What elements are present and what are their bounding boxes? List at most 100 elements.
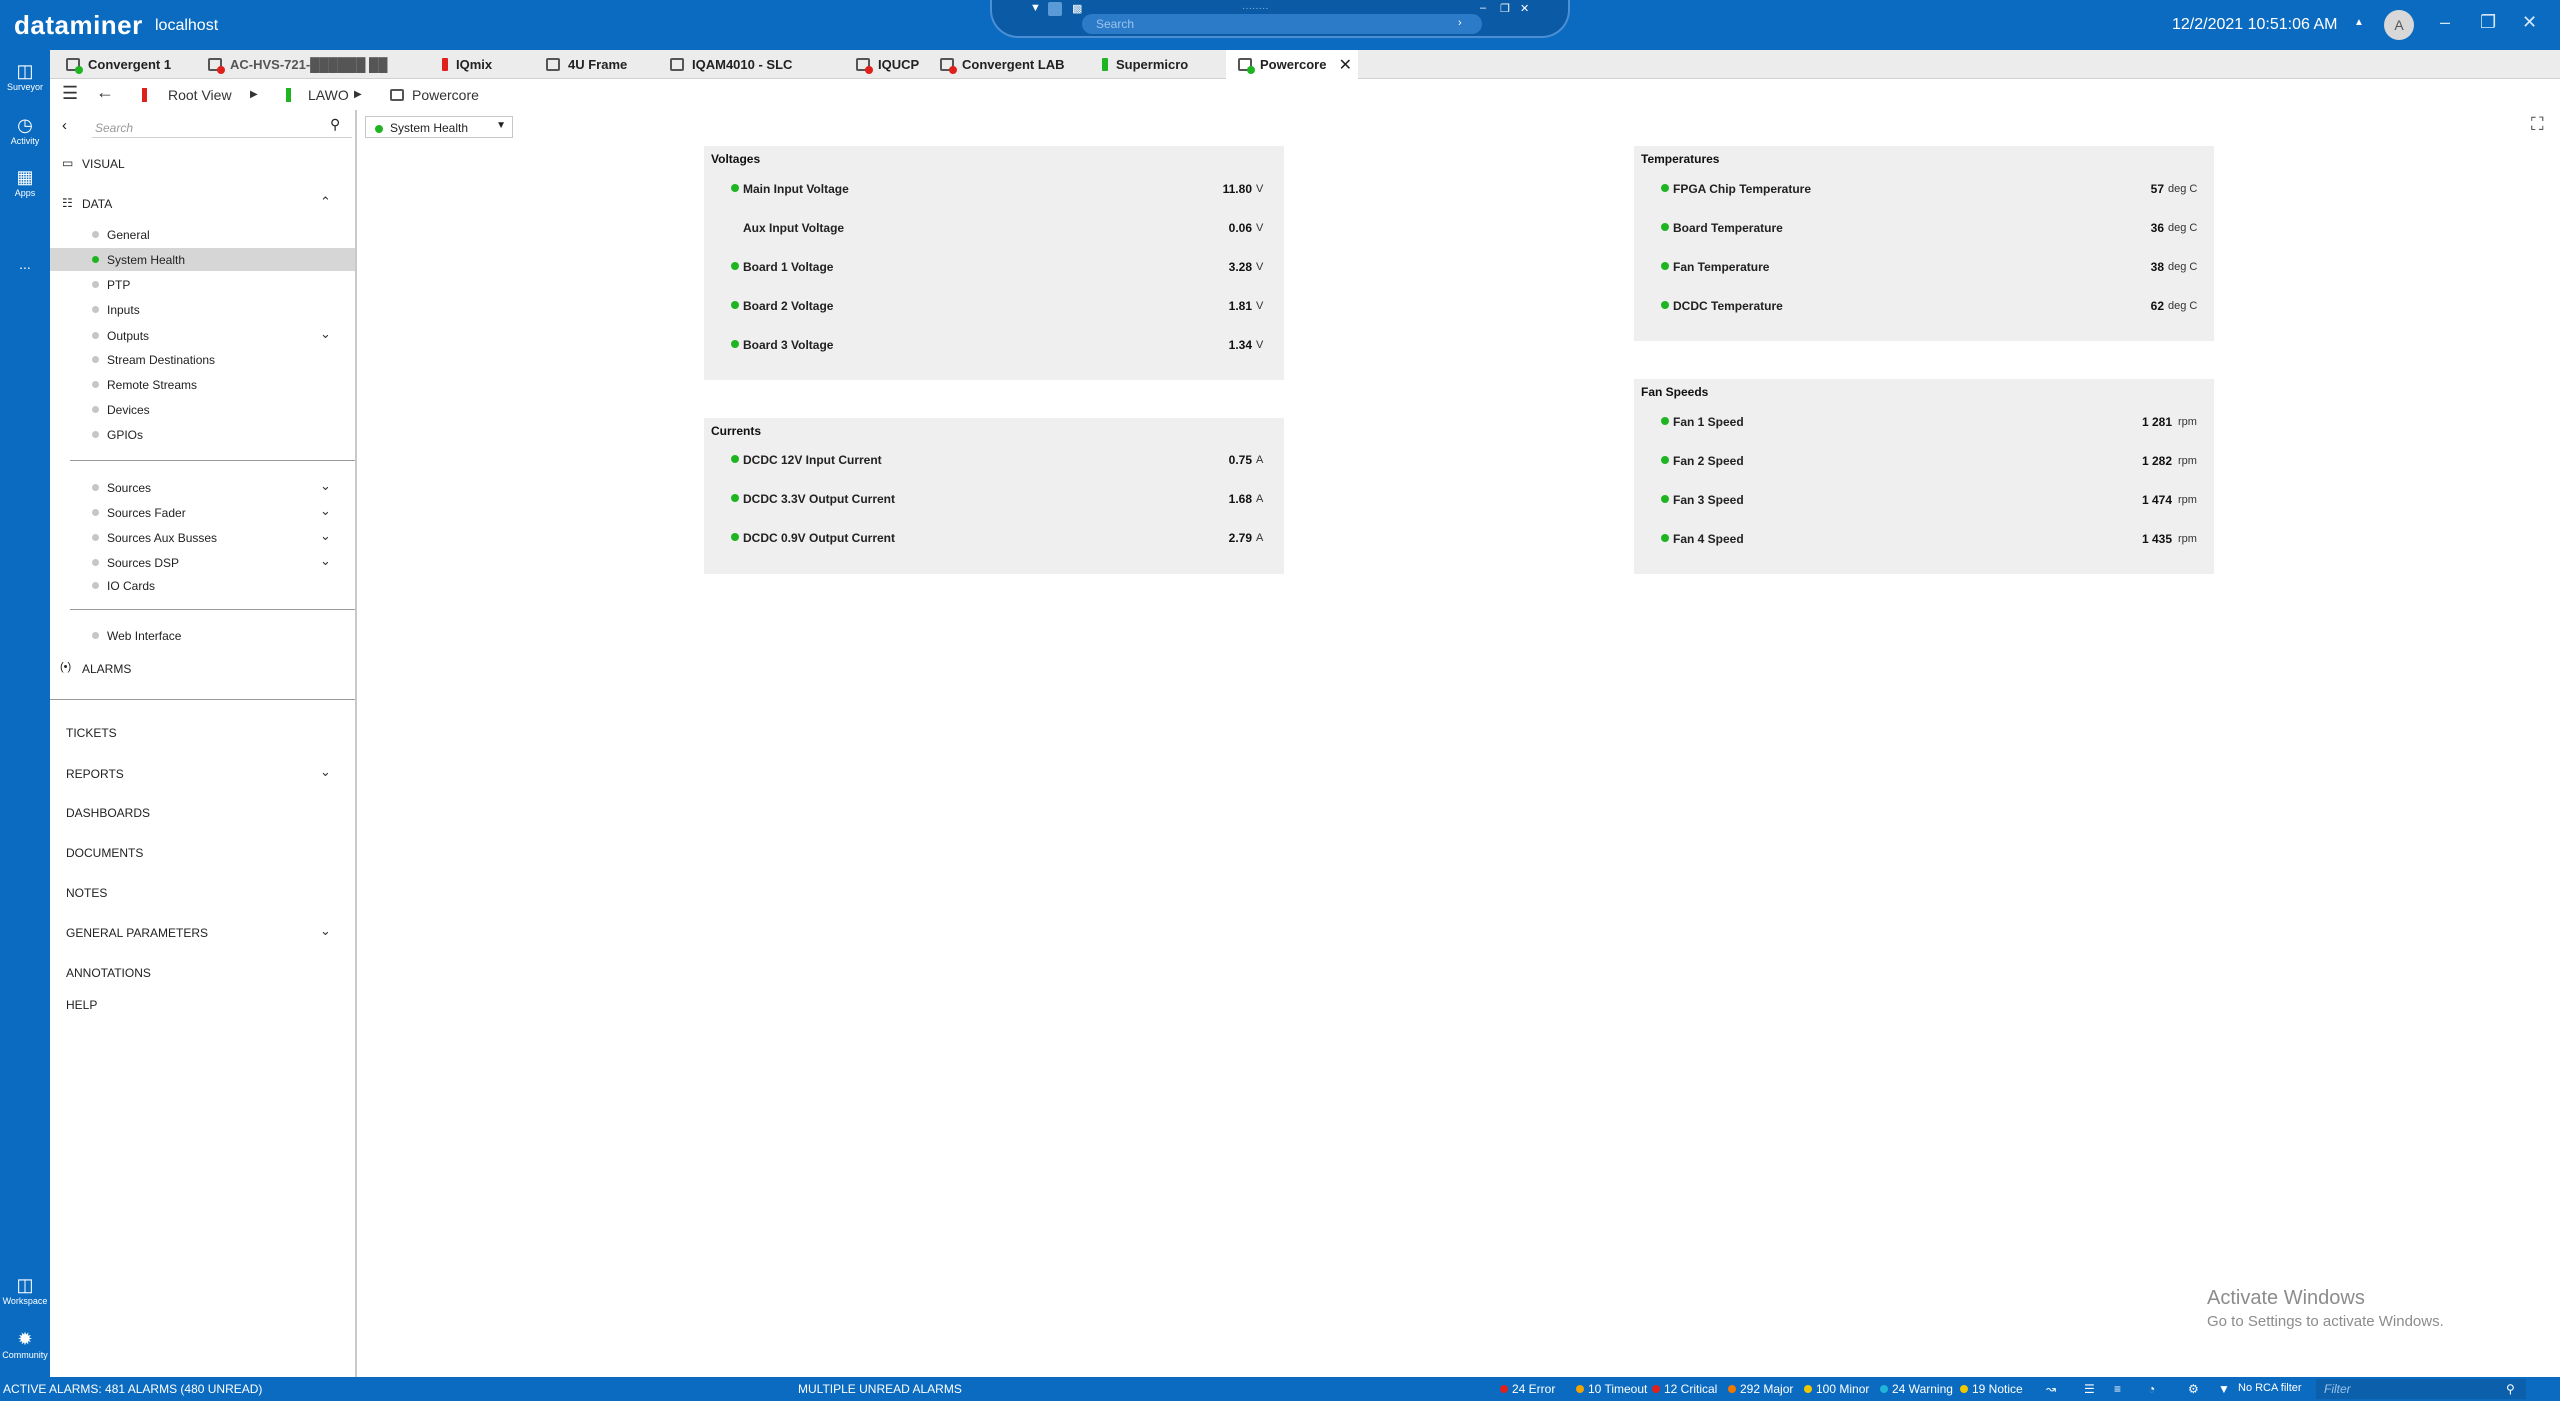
- sidebar-item-web-interface[interactable]: Web Interface: [92, 629, 181, 643]
- breadcrumb-arrow-icon[interactable]: ▶: [250, 89, 258, 100]
- major-count[interactable]: 292 Major: [1728, 1382, 1793, 1396]
- sidebar-item-inputs[interactable]: Inputs: [92, 303, 140, 317]
- restore-small-icon[interactable]: ❐: [1500, 2, 1510, 15]
- sidebar-item-devices[interactable]: Devices: [92, 403, 150, 417]
- notice-count[interactable]: 19 Notice: [1960, 1382, 2023, 1396]
- breadcrumb-powercore[interactable]: Powercore: [412, 87, 479, 103]
- minor-count[interactable]: 100 Minor: [1804, 1382, 1869, 1396]
- close-small-icon[interactable]: ✕: [1520, 2, 1529, 15]
- param-row[interactable]: Fan 1 Speed 1 281 rpm: [1634, 411, 2214, 431]
- sidebar-item-remote-streams[interactable]: Remote Streams: [92, 378, 197, 392]
- sidebar-item-gpios[interactable]: GPIOs: [92, 428, 143, 442]
- search-go-icon[interactable]: ›: [1458, 17, 1462, 29]
- param-row[interactable]: Main Input Voltage 11.80 V: [704, 178, 1284, 198]
- global-search-input[interactable]: Search: [1082, 14, 1482, 34]
- sidebar-item-help[interactable]: HELP: [66, 998, 97, 1012]
- tab-convergent-1[interactable]: Convergent 1: [66, 50, 206, 79]
- close-window-icon[interactable]: ✕: [2522, 12, 2537, 33]
- tab-convergent-lab[interactable]: Convergent LAB: [940, 50, 1100, 79]
- sidebar-item-tickets[interactable]: TICKETS: [66, 726, 117, 740]
- sidebar-item-data[interactable]: DATA: [82, 197, 112, 211]
- sidebar-item-outputs[interactable]: Outputs: [92, 329, 149, 343]
- hamburger-icon[interactable]: ☰: [62, 83, 78, 104]
- tab-powercore[interactable]: Powercore ✕: [1226, 50, 1358, 79]
- sidebar-item-sources[interactable]: Sources: [92, 481, 151, 495]
- param-row[interactable]: DCDC 3.3V Output Current 1.68 A: [704, 488, 1284, 508]
- sidebar-item-general-parameters[interactable]: GENERAL PARAMETERS: [66, 926, 208, 940]
- collapse-back-icon[interactable]: ‹: [62, 117, 67, 134]
- rail-surveyor[interactable]: ◫ Surveyor: [0, 60, 50, 92]
- warning-count[interactable]: 24 Warning: [1880, 1382, 1953, 1396]
- chevron-down-icon[interactable]: ⌄: [320, 326, 331, 342]
- minimize-icon[interactable]: –: [2440, 12, 2450, 33]
- chevron-up-icon[interactable]: ⌃: [320, 194, 331, 210]
- restore-icon[interactable]: ❐: [2480, 12, 2496, 33]
- sidebar-item-annotations[interactable]: ANNOTATIONS: [66, 966, 151, 980]
- back-arrow-icon[interactable]: ←: [96, 82, 114, 103]
- clock-dropdown-icon[interactable]: ▲: [2354, 17, 2364, 28]
- param-row[interactable]: Board 1 Voltage 3.28 V: [704, 256, 1284, 276]
- rail-apps[interactable]: ▦ Apps: [0, 166, 50, 198]
- rail-workspace[interactable]: ◫ Workspace: [0, 1274, 50, 1306]
- breadcrumb-root[interactable]: Root View: [168, 87, 232, 103]
- tab-iqmix[interactable]: IQmix: [442, 50, 542, 79]
- sidebar-item-notes[interactable]: NOTES: [66, 886, 107, 900]
- param-row[interactable]: Board 2 Voltage 1.81 V: [704, 295, 1284, 315]
- sidebar-search-input[interactable]: Search: [92, 118, 352, 138]
- timeout-count[interactable]: 10 Timeout: [1576, 1382, 1647, 1396]
- rail-activity[interactable]: ◷ Activity: [0, 114, 50, 146]
- alarm-filter-input[interactable]: Filter: [2316, 1379, 2526, 1399]
- param-row[interactable]: Fan 4 Speed 1 435 rpm: [1634, 528, 2214, 548]
- sidebar-item-stream-destinations[interactable]: Stream Destinations: [92, 353, 215, 367]
- param-row[interactable]: Board 3 Voltage 1.34 V: [704, 334, 1284, 354]
- sidebar-item-visual[interactable]: VISUAL: [82, 157, 125, 171]
- param-row[interactable]: Fan 2 Speed 1 282 rpm: [1634, 450, 2214, 470]
- param-row[interactable]: DCDC Temperature 62 deg C: [1634, 295, 2214, 315]
- rail-more[interactable]: ...: [0, 256, 50, 272]
- trend-icon[interactable]: ↝: [2046, 1382, 2056, 1396]
- sidebar-item-io-cards[interactable]: IO Cards: [92, 579, 155, 593]
- close-tab-icon[interactable]: ✕: [1339, 55, 1352, 75]
- unread-alarms-text[interactable]: MULTIPLE UNREAD ALARMS: [798, 1382, 962, 1396]
- page-selector[interactable]: System Health ▼: [365, 116, 513, 138]
- param-row[interactable]: DCDC 12V Input Current 0.75 A: [704, 449, 1284, 469]
- sort-icon[interactable]: ≡: [2114, 1382, 2121, 1396]
- param-row[interactable]: Aux Input Voltage 0.06 V: [704, 217, 1284, 237]
- breadcrumb-lawo[interactable]: LAWO: [308, 87, 349, 103]
- fullscreen-icon[interactable]: ⛶: [2531, 114, 2544, 135]
- tab-iqam4010[interactable]: IQAM4010 - SLC: [670, 50, 850, 79]
- rca-filter[interactable]: No RCA filter: [2238, 1382, 2302, 1394]
- pie-icon[interactable]: ◔: [2148, 1382, 2155, 1396]
- user-avatar[interactable]: A: [2384, 10, 2414, 40]
- param-row[interactable]: DCDC 0.9V Output Current 2.79 A: [704, 527, 1284, 547]
- chevron-down-icon[interactable]: ⌄: [320, 923, 331, 939]
- search-icon[interactable]: ⚲: [2506, 1382, 2515, 1396]
- list-view-icon[interactable]: ☰: [2084, 1382, 2095, 1396]
- chevron-down-icon[interactable]: ⌄: [320, 553, 331, 569]
- chevron-down-icon[interactable]: ⌄: [320, 764, 331, 780]
- critical-count[interactable]: 12 Critical: [1652, 1382, 1717, 1396]
- sidebar-item-sources-fader[interactable]: Sources Fader: [92, 506, 186, 520]
- param-row[interactable]: Fan 3 Speed 1 474 rpm: [1634, 489, 2214, 509]
- error-count[interactable]: 24 Error: [1500, 1382, 1555, 1396]
- minimize-small-icon[interactable]: –: [1480, 2, 1486, 14]
- search-icon[interactable]: ⚲: [330, 116, 340, 133]
- param-row[interactable]: Board Temperature 36 deg C: [1634, 217, 2214, 237]
- tab-supermicro[interactable]: Supermicro: [1102, 50, 1232, 79]
- signal-icon[interactable]: ▩: [1072, 2, 1082, 15]
- sidebar-item-documents[interactable]: DOCUMENTS: [66, 846, 143, 860]
- chevron-down-icon[interactable]: ⌄: [320, 503, 331, 519]
- grid-icon[interactable]: [1048, 2, 1062, 16]
- sidebar-item-dashboards[interactable]: DASHBOARDS: [66, 806, 150, 820]
- tab-ac-hvs-721[interactable]: AC-HVS-721-██████ ██: [208, 50, 448, 79]
- chevron-down-icon[interactable]: ⌄: [320, 528, 331, 544]
- sidebar-item-system-health[interactable]: System Health: [92, 253, 185, 267]
- param-row[interactable]: FPGA Chip Temperature 57 deg C: [1634, 178, 2214, 198]
- sidebar-item-reports[interactable]: REPORTS: [66, 767, 124, 781]
- sidebar-item-sources-dsp[interactable]: Sources DSP: [92, 556, 179, 570]
- chevron-down-icon[interactable]: ⌄: [320, 478, 331, 494]
- settings-icon[interactable]: ⚙: [2188, 1382, 2199, 1396]
- active-alarms-text[interactable]: ACTIVE ALARMS: 481 ALARMS (480 UNREAD): [3, 1382, 262, 1396]
- breadcrumb-arrow-icon[interactable]: ▶: [354, 89, 362, 100]
- sidebar-item-ptp[interactable]: PTP: [92, 278, 130, 292]
